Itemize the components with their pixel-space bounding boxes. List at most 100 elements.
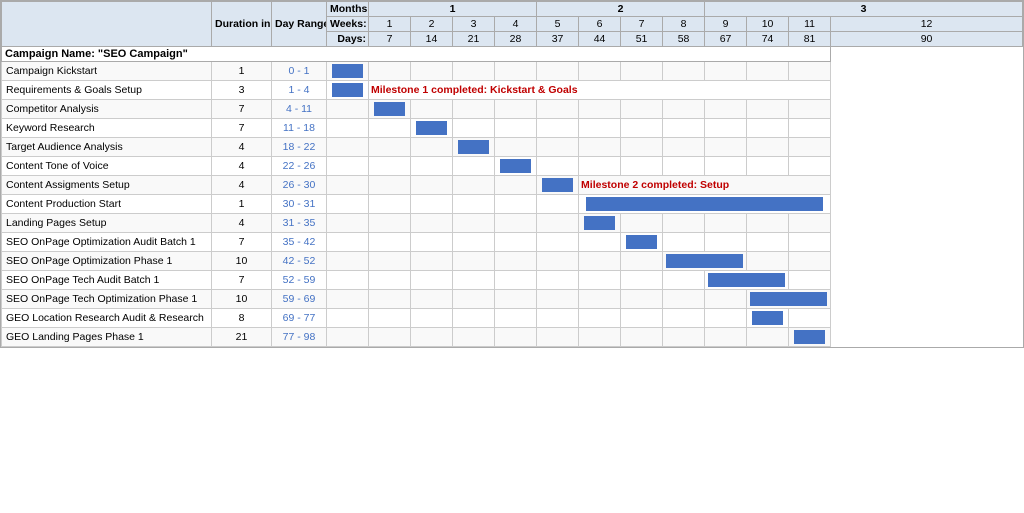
gantt-empty-cell: [705, 100, 747, 119]
gantt-empty-cell: [411, 271, 453, 290]
gantt-bar-cell: [747, 309, 789, 328]
task-duration: 1: [212, 62, 272, 81]
gantt-empty-cell: [495, 252, 537, 271]
gantt-empty-cell: [327, 214, 369, 233]
week-8: 8: [663, 17, 705, 32]
weeks-label: Weeks:: [327, 17, 369, 32]
gantt-bar-cell: [327, 62, 369, 81]
gantt-empty-cell: [453, 62, 495, 81]
gantt-empty-cell: [747, 252, 789, 271]
gantt-empty-cell: [789, 214, 831, 233]
gantt-empty-cell: [453, 176, 495, 195]
gantt-empty-cell: [537, 271, 579, 290]
task-day-range: 0 - 1: [272, 62, 327, 81]
task-name: Content Production Start: [2, 195, 212, 214]
gantt-empty-cell: [663, 233, 705, 252]
gantt-empty-cell: [663, 157, 705, 176]
gantt-empty-cell: [621, 290, 663, 309]
gantt-empty-cell: [327, 252, 369, 271]
gantt-empty-cell: [705, 62, 747, 81]
week-11: 11: [789, 17, 831, 32]
gantt-empty-cell: [705, 119, 747, 138]
gantt-empty-cell: [705, 157, 747, 176]
gantt-empty-cell: [369, 290, 411, 309]
week-3: 3: [453, 17, 495, 32]
gantt-empty-cell: [537, 214, 579, 233]
gantt-empty-cell: [411, 233, 453, 252]
gantt-bar-cell: [537, 176, 579, 195]
gantt-empty-cell: [369, 157, 411, 176]
gantt-empty-cell: [621, 214, 663, 233]
gantt-empty-cell: [747, 100, 789, 119]
gantt-empty-cell: [747, 157, 789, 176]
day-90: 90: [831, 32, 1023, 47]
task-row: Target Audience Analysis418 - 22: [2, 138, 1023, 157]
gantt-empty-cell: [579, 252, 621, 271]
gantt-empty-cell: [453, 271, 495, 290]
gantt-empty-cell: [579, 290, 621, 309]
gantt-empty-cell: [453, 157, 495, 176]
task-day-range: 59 - 69: [272, 290, 327, 309]
gantt-empty-cell: [621, 309, 663, 328]
task-duration: 4: [212, 157, 272, 176]
gantt-empty-cell: [747, 62, 789, 81]
gantt-empty-cell: [453, 309, 495, 328]
day-14: 14: [411, 32, 453, 47]
gantt-empty-cell: [621, 271, 663, 290]
gantt-empty-cell: [369, 195, 411, 214]
task-name: SEO OnPage Tech Optimization Phase 1: [2, 290, 212, 309]
day-67: 67: [705, 32, 747, 47]
task-duration: 3: [212, 81, 272, 100]
gantt-empty-cell: [747, 214, 789, 233]
week-6: 6: [579, 17, 621, 32]
gantt-empty-cell: [453, 233, 495, 252]
gantt-empty-cell: [789, 100, 831, 119]
bar-fill: [752, 311, 783, 325]
week-2: 2: [411, 17, 453, 32]
milestone-text: Milestone 1 completed: Kickstart & Goals: [369, 81, 831, 100]
task-name: Content Assigments Setup: [2, 176, 212, 195]
gantt-empty-cell: [789, 157, 831, 176]
gantt-empty-cell: [495, 138, 537, 157]
month-2: 2: [537, 2, 705, 17]
gantt-empty-cell: [495, 328, 537, 347]
month-3: 3: [705, 2, 1023, 17]
gantt-bar-cell: [579, 195, 831, 214]
gantt-empty-cell: [705, 309, 747, 328]
gantt-empty-cell: [369, 252, 411, 271]
gantt-empty-cell: [789, 119, 831, 138]
week-7: 7: [621, 17, 663, 32]
task-duration: 4: [212, 214, 272, 233]
task-row: Content Tone of Voice422 - 26: [2, 157, 1023, 176]
task-duration: 7: [212, 119, 272, 138]
gantt-empty-cell: [705, 290, 747, 309]
milestone-text: Milestone 2 completed: Setup: [579, 176, 831, 195]
bar-fill: [626, 235, 657, 249]
task-duration: 21: [212, 328, 272, 347]
bar-fill: [458, 140, 489, 154]
gantt-empty-cell: [537, 233, 579, 252]
task-day-range: 31 - 35: [272, 214, 327, 233]
gantt-empty-cell: [789, 62, 831, 81]
task-duration: 8: [212, 309, 272, 328]
gantt-bar-cell: [327, 81, 369, 100]
bar-fill: [584, 216, 615, 230]
task-day-range: 69 - 77: [272, 309, 327, 328]
gantt-empty-cell: [453, 119, 495, 138]
task-duration: 10: [212, 252, 272, 271]
gantt-empty-cell: [579, 233, 621, 252]
gantt-empty-cell: [621, 252, 663, 271]
campaign-title: Campaign Name: "SEO Campaign": [2, 47, 831, 62]
gantt-empty-cell: [789, 138, 831, 157]
gantt-empty-cell: [537, 195, 579, 214]
gantt-empty-cell: [327, 233, 369, 252]
gantt-bar-cell: [369, 100, 411, 119]
task-name: Competitor Analysis: [2, 100, 212, 119]
gantt-empty-cell: [663, 100, 705, 119]
gantt-empty-cell: [411, 290, 453, 309]
day-81: 81: [789, 32, 831, 47]
gantt-bar-cell: [579, 214, 621, 233]
gantt-empty-cell: [579, 138, 621, 157]
gantt-empty-cell: [495, 309, 537, 328]
task-name: Keyword Research: [2, 119, 212, 138]
